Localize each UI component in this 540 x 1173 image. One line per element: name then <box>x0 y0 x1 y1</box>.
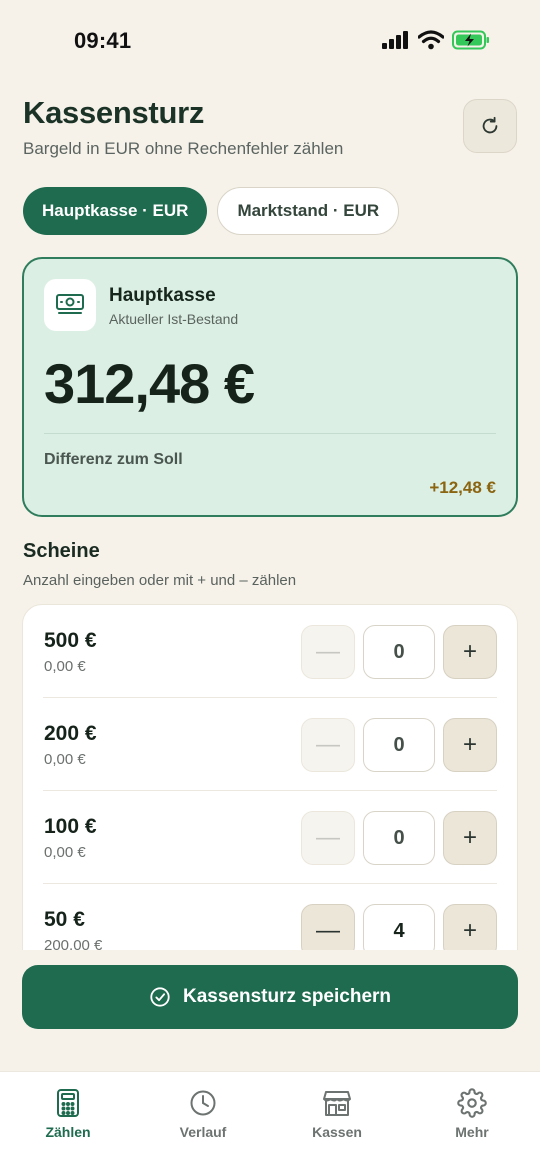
bottom-nav: Zählen Verlauf Kassen Mehr <box>0 1071 540 1173</box>
nav-item-mehr[interactable]: Mehr <box>427 1088 517 1140</box>
status-time: 09:41 <box>74 28 132 53</box>
decrement-button[interactable]: — <box>301 811 355 865</box>
save-button-label: Kassensturz speichern <box>182 986 392 1007</box>
denomination-row: 200 € 0,00 € — 0 + <box>23 698 517 791</box>
summary-amount: 312,48 € <box>44 352 255 415</box>
clock-icon <box>190 1090 216 1116</box>
calculator-icon <box>57 1089 79 1117</box>
denomination-subtotal: 0,00 € <box>44 844 86 861</box>
nav-label: Zählen <box>45 1124 91 1140</box>
status-icons <box>382 30 490 50</box>
summary-subtitle: Aktueller Ist-Bestand <box>109 311 239 327</box>
cash-register-tabs: Hauptkasse · EUR Marktstand · EUR <box>23 187 400 235</box>
denomination-row: 100 € 0,00 € — 0 + <box>23 791 517 884</box>
refresh-button[interactable] <box>463 99 517 153</box>
nav-item-zaehlen[interactable]: Zählen <box>23 1088 113 1140</box>
tab-marktstand[interactable]: Marktstand · EUR <box>217 187 400 235</box>
increment-button[interactable]: + <box>443 625 497 679</box>
summary-divider <box>44 433 496 434</box>
denomination-subtotal: 0,00 € <box>44 658 86 675</box>
denomination-row: 500 € 0,00 € — 0 + <box>23 605 517 698</box>
save-button[interactable]: Kassensturz speichern <box>22 965 518 1029</box>
decrement-button[interactable]: — <box>301 718 355 772</box>
difference-value: +12,48 € <box>429 478 496 497</box>
increment-button[interactable]: + <box>443 718 497 772</box>
nav-item-kassen[interactable]: Kassen <box>292 1088 382 1140</box>
denomination-label: 50 € <box>44 908 85 931</box>
increment-button[interactable]: + <box>443 811 497 865</box>
denomination-list: 500 € 0,00 € — 0 + 200 € 0,00 € — 0 + 10… <box>22 604 518 1004</box>
page-subtitle: Bargeld in EUR ohne Rechenfehler zählen <box>23 139 344 158</box>
nav-label: Mehr <box>455 1124 489 1140</box>
denomination-subtotal: 0,00 € <box>44 751 86 768</box>
tab-hauptkasse[interactable]: Hauptkasse · EUR <box>23 187 208 235</box>
denomination-label: 200 € <box>44 722 97 745</box>
denomination-label: 100 € <box>44 815 97 838</box>
count-input[interactable]: 0 <box>363 625 435 679</box>
nav-item-verlauf[interactable]: Verlauf <box>158 1088 248 1140</box>
status-bar: 09:41 <box>0 0 540 80</box>
nav-label: Verlauf <box>179 1124 227 1140</box>
summary-title: Hauptkasse <box>109 285 216 306</box>
count-input[interactable]: 0 <box>363 811 435 865</box>
summary-card: Hauptkasse Aktueller Ist-Bestand 312,48 … <box>22 257 518 517</box>
section-subtitle: Anzahl eingeben oder mit + und – zählen <box>23 572 297 589</box>
check-circle-icon <box>150 987 170 1007</box>
nav-label: Kassen <box>312 1124 362 1140</box>
header: Kassensturz Bargeld in EUR ohne Rechenfe… <box>23 95 517 159</box>
wifi-icon <box>418 30 444 50</box>
refresh-icon <box>482 116 498 134</box>
count-input[interactable]: 0 <box>363 718 435 772</box>
gear-icon <box>457 1088 487 1118</box>
store-icon <box>323 1091 351 1116</box>
battery-icon <box>452 30 489 50</box>
banknote-icon <box>56 294 84 314</box>
section-title: Scheine <box>23 540 100 562</box>
cash-icon-box <box>44 279 96 331</box>
signal-icon <box>382 31 408 49</box>
page-title: Kassensturz <box>23 95 205 130</box>
difference-label: Differenz zum Soll <box>44 451 183 468</box>
denomination-label: 500 € <box>44 629 97 652</box>
decrement-button[interactable]: — <box>301 625 355 679</box>
